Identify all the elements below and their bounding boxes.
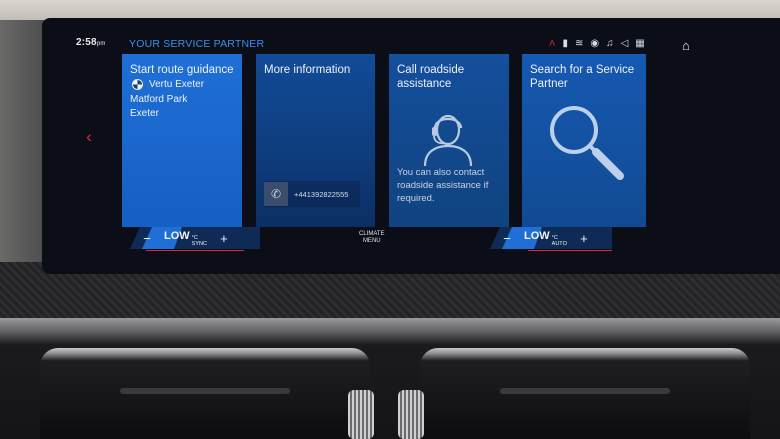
home-button[interactable]: ⌂ [682, 38, 690, 53]
music-icon: ♫ [606, 38, 614, 49]
back-button[interactable]: ‹ [80, 126, 98, 148]
magnifier-icon [550, 106, 624, 180]
more-information-tile[interactable]: More information ✆ +441392822555 [256, 54, 375, 227]
start-route-guidance-tile[interactable]: Start route guidance Vertu Exeter Matfor… [122, 54, 242, 227]
address-line-1: Matford Park [130, 94, 188, 105]
climate-control-left: − LOW °C SYNC + [130, 227, 260, 251]
notification-icon[interactable]: ▦ [635, 38, 644, 50]
chevron-left-icon: ‹ [86, 127, 92, 146]
infotainment-screen: 2:58pm YOUR SERVICE PARTNER ‹ ˄ ▮ ≊ ◉ ♫ … [42, 18, 780, 274]
phone-number: +441392822555 [294, 189, 349, 199]
air-vent-right [420, 348, 750, 439]
temperature-value: LOW [524, 229, 550, 242]
clock-time: 2:58 [76, 37, 97, 48]
climate-mode: SYNC [191, 240, 207, 247]
vent-knob-left [348, 390, 374, 439]
climate-menu-line1: CLIMATE [359, 231, 385, 237]
temperature-increase-left[interactable]: + [217, 231, 231, 246]
phone-number-button[interactable]: ✆ +441392822555 [264, 181, 360, 207]
clock: 2:58pm [76, 37, 106, 48]
destination: Vertu Exeter [130, 79, 234, 90]
destination-address: Matford Park Exeter [130, 93, 234, 121]
vent-knob-right [398, 390, 424, 439]
climate-mode: AUTO [551, 240, 567, 247]
call-roadside-assistance-tile[interactable]: Call roadside assistance You can also co… [389, 54, 509, 227]
phone-icon: ✆ [264, 182, 288, 206]
climate-control-right: − LOW °C AUTO + [490, 227, 612, 251]
page-title: YOUR SERVICE PARTNER [129, 38, 265, 50]
climate-menu-button[interactable]: CLIMATE MENU [359, 231, 385, 245]
temperature-indicator-right [528, 249, 612, 251]
climate-menu-line2: MENU [362, 238, 381, 244]
temperature-indicator-left [146, 249, 244, 251]
roadside-note: You can also contact roadside assistance… [397, 167, 489, 204]
headset-agent-icon [423, 114, 473, 167]
home-icon: ⌂ [682, 38, 690, 53]
clock-suffix: pm [96, 41, 106, 47]
temperature-right: LOW °C AUTO [524, 230, 567, 247]
volume-icon: ◁ [620, 38, 629, 49]
tile-title: More information [264, 64, 351, 76]
air-vent-left [40, 348, 370, 439]
destination-name: Vertu Exeter [149, 79, 205, 90]
tile-title: Search for a Service Partner [530, 64, 635, 90]
temperature-value: LOW [164, 229, 190, 242]
camera-icon: ◉ [590, 38, 600, 49]
address-line-2: Exeter [130, 108, 159, 119]
navigation-arrow-icon[interactable]: ˄ [549, 38, 555, 50]
media-icon: ▮ [562, 38, 568, 49]
tile-title: Start route guidance [130, 64, 234, 76]
temperature-left: LOW °C SYNC [164, 230, 207, 247]
bmw-logo-icon [132, 79, 143, 90]
temperature-decrease-right[interactable]: − [500, 231, 514, 246]
status-icons: ˄ ▮ ≊ ◉ ♫ ◁ ▦ [549, 38, 645, 50]
dashboard-left-panel [0, 20, 48, 280]
search-service-partner-tile[interactable]: Search for a Service Partner [522, 54, 646, 227]
temperature-decrease-left[interactable]: − [140, 231, 154, 246]
tile-title: Call roadside assistance [397, 64, 465, 90]
temperature-increase-right[interactable]: + [577, 231, 591, 246]
connectivity-icon: ≊ [574, 38, 584, 49]
